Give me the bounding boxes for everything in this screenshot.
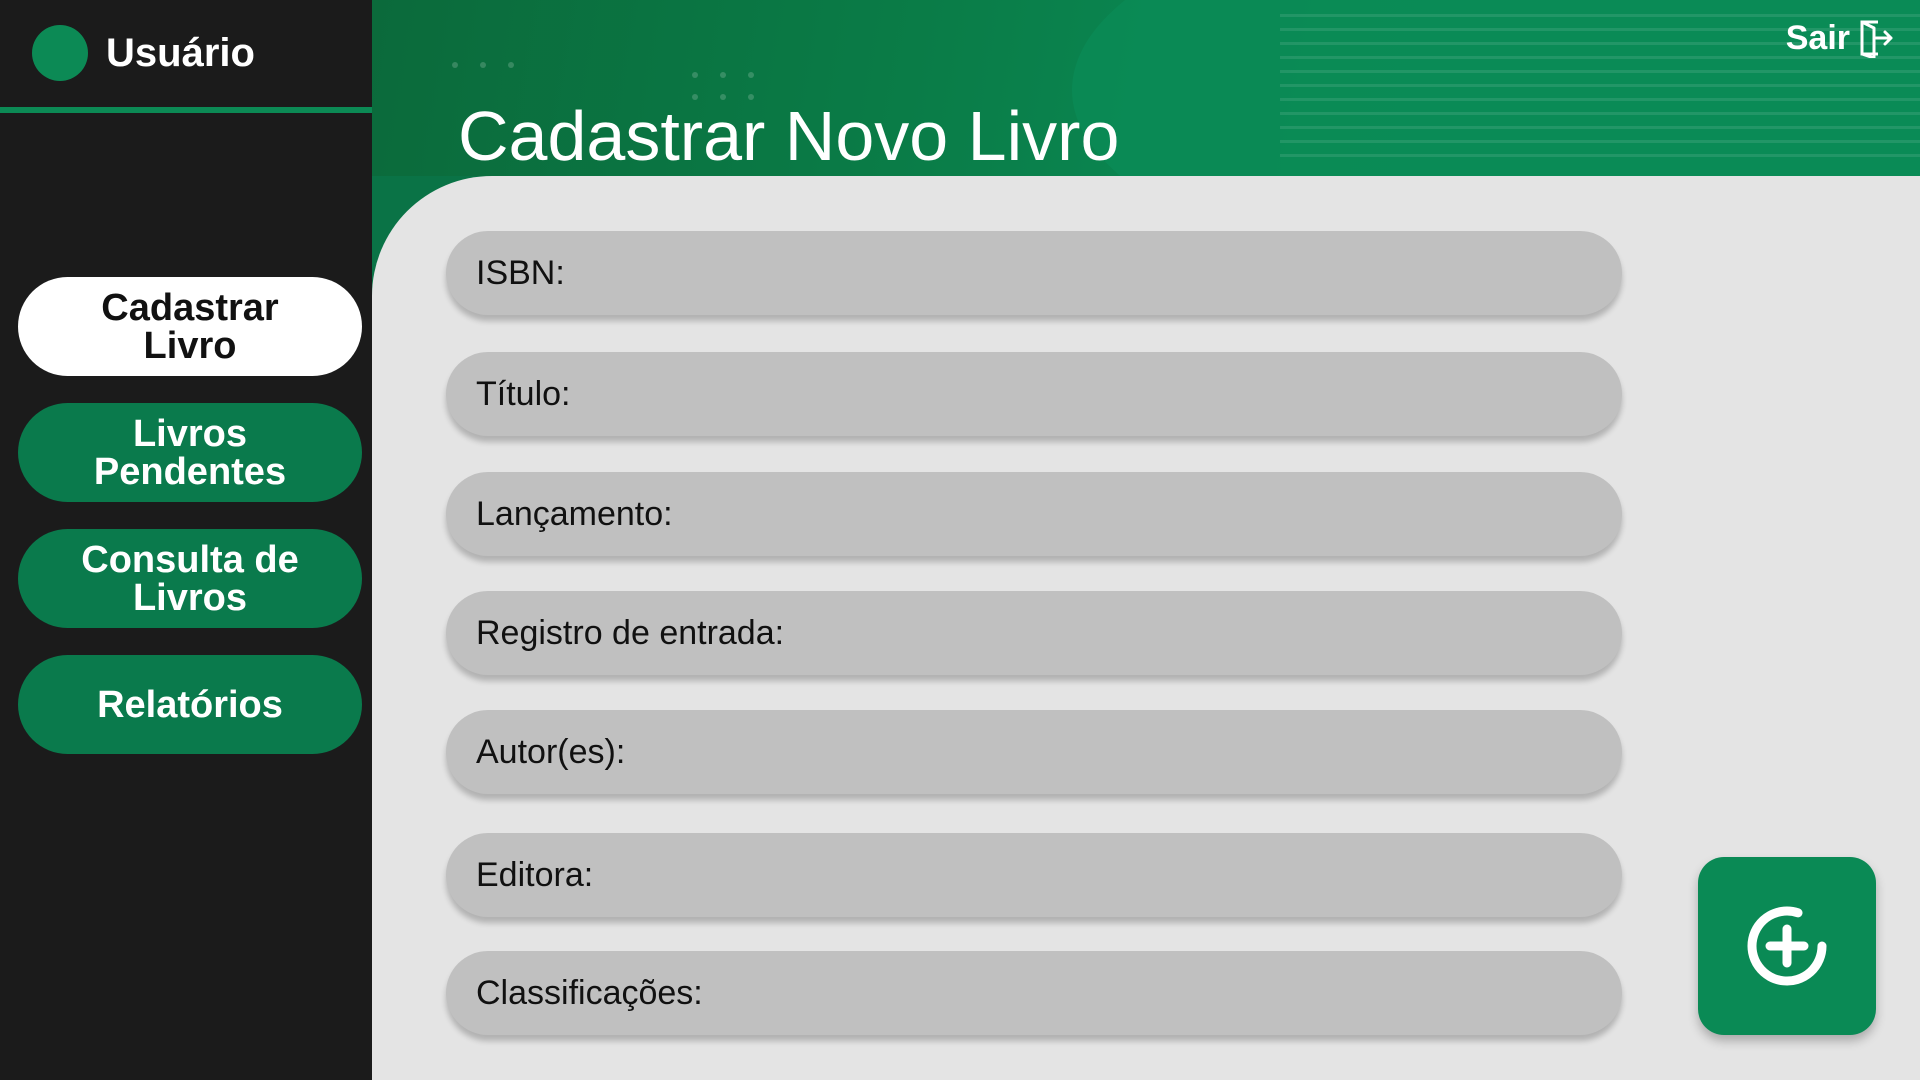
registro-entrada-field[interactable]: Registro de entrada:: [446, 591, 1622, 675]
classificacoes-input[interactable]: [712, 962, 1592, 1024]
sidebar: Usuário Cadastrar Livro Livros Pendentes…: [0, 0, 372, 1080]
user-name: Usuário: [106, 30, 255, 75]
autores-field[interactable]: Autor(es):: [446, 710, 1622, 794]
nav-label: Relatórios: [97, 683, 283, 726]
isbn-field[interactable]: ISBN:: [446, 231, 1622, 315]
logout-button[interactable]: Sair: [1786, 16, 1894, 60]
field-label: Classificações:: [476, 973, 703, 1012]
nav-relatorios[interactable]: Relatórios: [18, 655, 362, 754]
nav-label: Livros Pendentes: [93, 412, 287, 493]
add-circle-icon: [1747, 906, 1827, 986]
field-label: Registro de entrada:: [476, 613, 785, 652]
page-title: Cadastrar Novo Livro: [458, 97, 1120, 175]
field-label: Lançamento:: [476, 494, 673, 533]
nav-cadastrar-livro[interactable]: Cadastrar Livro: [18, 277, 362, 376]
user-profile[interactable]: Usuário: [32, 25, 255, 81]
titulo-field[interactable]: Título:: [446, 352, 1622, 436]
field-label: Editora:: [476, 855, 594, 894]
sidebar-divider: [0, 107, 372, 113]
add-book-button[interactable]: [1698, 857, 1876, 1035]
classificacoes-field[interactable]: Classificações:: [446, 951, 1622, 1035]
isbn-input[interactable]: [574, 242, 1592, 304]
nav-label: Consulta de Livros: [81, 538, 299, 619]
logout-label: Sair: [1785, 18, 1850, 57]
autores-input[interactable]: [635, 721, 1592, 783]
nav-consulta-de-livros[interactable]: Consulta de Livros: [18, 529, 362, 628]
page-header: Cadastrar Novo Livro Sair: [372, 0, 1920, 176]
editora-input[interactable]: [603, 844, 1592, 906]
registro-entrada-input[interactable]: [794, 602, 1592, 664]
nav-livros-pendentes[interactable]: Livros Pendentes: [18, 403, 362, 502]
editora-field[interactable]: Editora:: [446, 833, 1622, 917]
logout-icon: [1860, 20, 1893, 58]
avatar: [32, 25, 88, 81]
lancamento-input[interactable]: [682, 483, 1592, 545]
field-label: Título:: [476, 374, 571, 413]
field-label: Autor(es):: [476, 732, 626, 771]
lancamento-field[interactable]: Lançamento:: [446, 472, 1622, 556]
nav-label: Cadastrar Livro: [101, 286, 279, 367]
field-label: ISBN:: [476, 253, 565, 292]
titulo-input[interactable]: [580, 363, 1592, 425]
